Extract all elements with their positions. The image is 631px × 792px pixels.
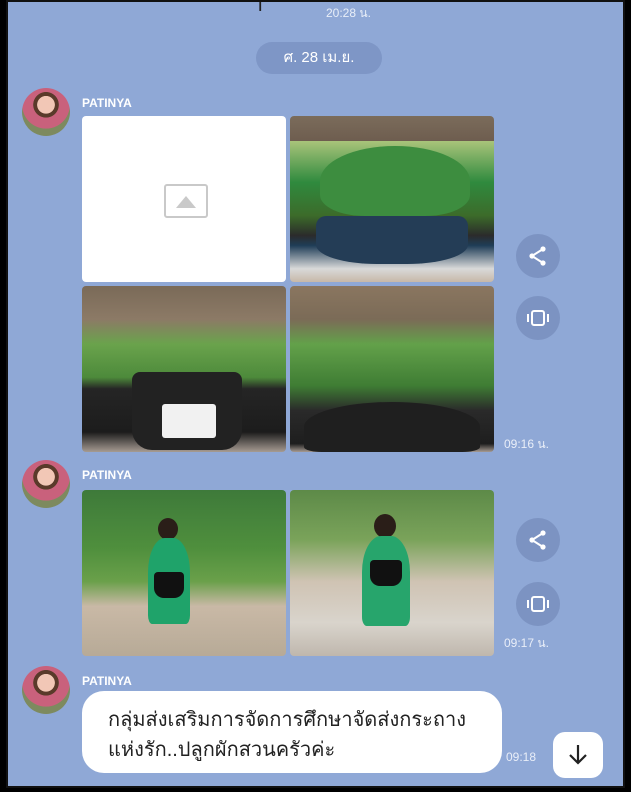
cut-off-text: ſ (258, 0, 263, 16)
sender-name: PATINYA (82, 96, 132, 110)
arrow-down-icon (569, 745, 587, 765)
person-head (158, 518, 178, 540)
share-icon (529, 530, 546, 550)
pot (316, 216, 468, 264)
pot-label (162, 404, 216, 438)
avatar[interactable] (22, 460, 70, 508)
pot (154, 572, 184, 598)
message-bubble[interactable]: กลุ่มส่งเสริมการจัดการศึกษาจัดส่งกระถางแ… (82, 691, 502, 773)
pot (304, 402, 480, 452)
view-icon (527, 596, 549, 612)
sender-name: PATINYA (82, 468, 132, 482)
photo-placeholder[interactable] (82, 116, 286, 282)
share-icon (529, 246, 546, 266)
message-time: 09:17 น. (504, 636, 549, 650)
mint-plant (320, 146, 470, 216)
date-separator: ศ. 28 เม.ย. (256, 42, 382, 74)
message-time: 09:18 (506, 750, 537, 764)
share-button[interactable] (516, 234, 560, 278)
share-button[interactable] (516, 518, 560, 562)
image-placeholder-icon (164, 184, 208, 218)
photo-mint-pot[interactable] (290, 116, 494, 282)
photo-woman-with-pot-1[interactable] (82, 490, 286, 656)
top-timestamp: 20:28 น. (326, 6, 371, 20)
scroll-to-bottom-button[interactable] (553, 732, 603, 778)
view-button[interactable] (516, 296, 560, 340)
photo-onion-pot-1[interactable] (82, 286, 286, 452)
view-button[interactable] (516, 582, 560, 626)
chat-window: ſ 20:28 น. ศ. 28 เม.ย. PATINYA 09:16 น. … (6, 0, 625, 788)
pot (370, 560, 402, 586)
message-time: 09:16 น. (504, 437, 549, 451)
message-text: กลุ่มส่งเสริมการจัดการศึกษาจัดส่งกระถางแ… (108, 709, 466, 761)
sender-name: PATINYA (82, 674, 132, 688)
avatar[interactable] (22, 88, 70, 136)
person-head (374, 514, 396, 538)
avatar[interactable] (22, 666, 70, 714)
view-icon (527, 310, 549, 326)
photo-onion-pot-2[interactable] (290, 286, 494, 452)
photo-woman-with-pot-2[interactable] (290, 490, 494, 656)
